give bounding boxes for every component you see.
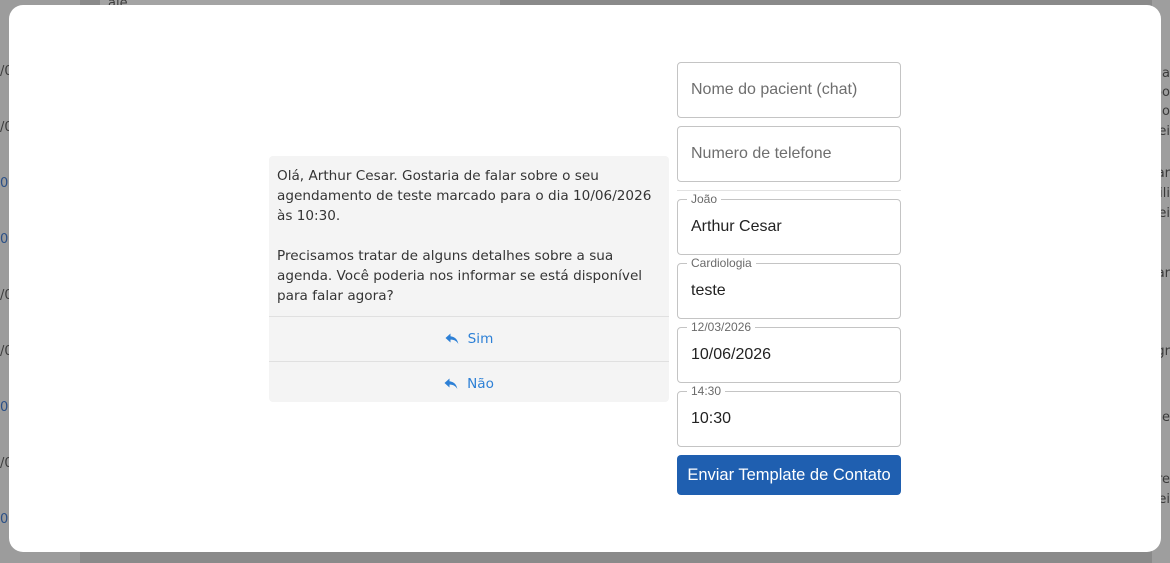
name-variable-input[interactable]: [678, 200, 900, 254]
date-variable-input[interactable]: [678, 328, 900, 382]
background-fragment: 0: [0, 232, 9, 247]
phone-field: [677, 126, 901, 182]
message-body: Olá, Arthur Cesar. Gostaria de falar sob…: [269, 156, 669, 316]
background-fragment: 0: [0, 176, 9, 191]
background-fragment: 0: [0, 512, 9, 527]
time-variable-input[interactable]: [678, 392, 900, 446]
reply-label: Sim: [467, 331, 494, 347]
time-variable-field: 14:30: [677, 384, 901, 447]
field-label: Cardiologia: [687, 256, 756, 270]
message-paragraph: Olá, Arthur Cesar. Gostaria de falar sob…: [277, 168, 652, 224]
message-paragraph: Precisamos tratar de alguns detalhes sob…: [277, 248, 643, 304]
field-label: João: [687, 192, 722, 206]
patient-name-field: [677, 62, 901, 118]
reply-icon: [445, 333, 459, 345]
specialty-variable-input[interactable]: [678, 264, 900, 318]
phone-input[interactable]: [678, 127, 900, 181]
reply-button-nao[interactable]: Não: [269, 361, 669, 402]
field-label: 14:30: [687, 384, 726, 398]
field-label: 12/03/2026: [687, 320, 756, 334]
background-fragment: a: [1162, 66, 1170, 81]
reply-icon: [444, 378, 458, 390]
background-fragment: 0: [0, 400, 9, 415]
reply-button-sim[interactable]: Sim: [269, 316, 669, 361]
date-variable-field: 12/03/2026: [677, 320, 901, 383]
name-variable-field: João: [677, 192, 901, 255]
send-template-button[interactable]: Enviar Template de Contato: [677, 455, 901, 495]
form-divider: [677, 190, 901, 191]
specialty-variable-field: Cardiologia: [677, 256, 901, 319]
patient-name-input[interactable]: [678, 63, 900, 117]
contact-template-modal: Olá, Arthur Cesar. Gostaria de falar sob…: [9, 5, 1161, 552]
message-preview: Olá, Arthur Cesar. Gostaria de falar sob…: [269, 156, 669, 402]
reply-label: Não: [467, 376, 494, 392]
